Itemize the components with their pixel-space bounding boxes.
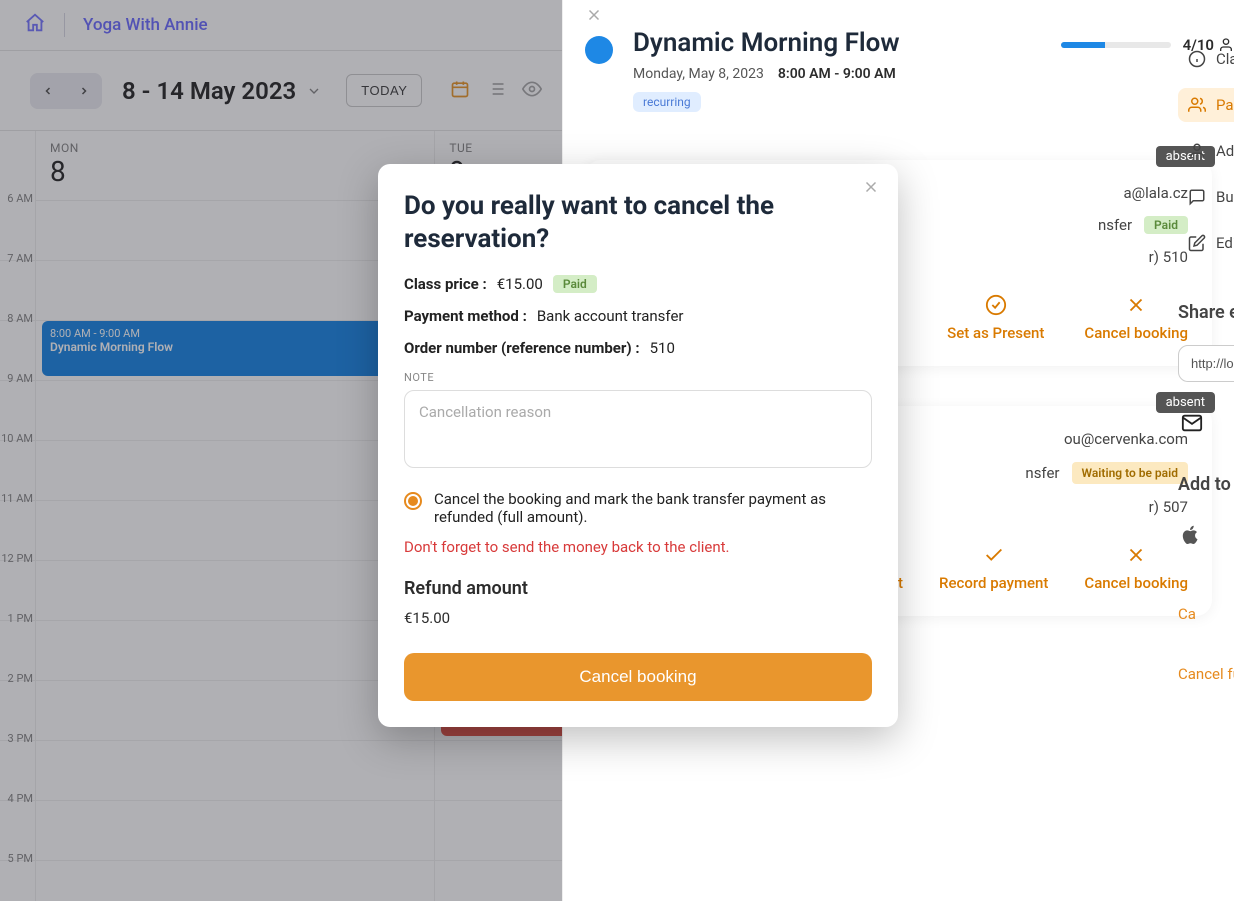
close-icon [1125,294,1147,316]
share-heading: Share ev [1178,302,1234,323]
tab-label: Ad [1216,142,1234,160]
close-icon [1125,544,1147,566]
panel-close-button[interactable] [585,6,603,29]
price-label: Class price [404,275,487,293]
record-payment-button[interactable]: Record payment [939,544,1048,592]
edit-icon [1188,234,1206,252]
event-date: Monday, May 8, 2023 [633,66,764,82]
cancel-booking-button[interactable]: Cancel booking [1084,294,1188,342]
tab-label: Bu [1216,188,1234,206]
modal-close-button[interactable] [862,178,880,201]
share-mail-button[interactable] [1178,412,1234,438]
panel-tab-menu: Cla Pa Ad Bu Edi Share ev Add to c Ca Ca… [1178,42,1234,683]
apple-calendar-button[interactable] [1178,521,1234,553]
method-label: Payment method [404,307,527,325]
tab-participants[interactable]: Pa [1178,88,1234,122]
price-value: €15.00 [497,275,543,293]
panel-header: Dynamic Morning Flow Monday, May 8, 2023… [585,0,1234,130]
tab-add[interactable]: Ad [1178,134,1234,168]
tab-label: Pa [1216,96,1234,114]
capacity-bar [1061,42,1171,48]
apple-icon [1178,521,1202,549]
radio-icon [404,492,422,510]
radio-label: Cancel the booking and mark the bank tra… [434,490,872,526]
refund-warning: Don't forget to send the money back to t… [404,538,872,556]
event-title: Dynamic Morning Flow [633,28,1041,58]
waiting-badge: Waiting to be paid [1072,462,1188,484]
cancel-booking-button[interactable]: Cancel booking [1084,544,1188,592]
payment-method-fragment: nsfer [1098,216,1132,234]
note-label: NOTE [404,371,872,384]
tab-class[interactable]: Cla [1178,42,1234,76]
recurring-badge: recurring [633,92,701,112]
event-hours: 8:00 AM - 9:00 AM [778,66,896,82]
method-value: Bank account transfer [537,307,684,325]
tab-label: Cla [1216,50,1234,68]
users-icon [1188,96,1206,114]
action-label: Cancel booking [1084,574,1188,592]
order-value: 510 [650,339,675,357]
set-present-button[interactable]: Set as Present [947,294,1044,342]
tab-label: Edi [1216,234,1234,252]
tab-edit[interactable]: Edi [1178,226,1234,260]
modal-title: Do you really want to cancel the reserva… [404,190,872,255]
cancel-link[interactable]: Ca [1178,605,1234,623]
action-label: Cancel booking [1084,324,1188,342]
info-icon [1188,50,1206,68]
cancellation-note-input[interactable] [404,390,872,468]
event-color-dot [585,36,613,64]
payment-method-fragment: nsfer [1025,464,1059,482]
share-url-input[interactable] [1178,345,1234,382]
check-icon [983,544,1005,566]
tab-bulk[interactable]: Bu [1178,180,1234,214]
paid-badge: Paid [553,275,597,293]
action-label: Record payment [939,574,1048,592]
cancel-reservation-modal: Do you really want to cancel the reserva… [378,164,898,727]
mail-icon [1178,412,1206,434]
cancel-future-link[interactable]: Cancel future [1178,665,1234,683]
message-icon [1188,188,1206,206]
person-icon [1188,142,1206,160]
action-label: Set as Present [947,324,1044,342]
add-to-calendar-heading: Add to c [1178,474,1234,495]
refund-heading: Refund amount [404,578,872,599]
confirm-cancel-button[interactable]: Cancel booking [404,653,872,701]
order-label: Order number (reference number) [404,339,640,357]
refund-option-radio[interactable]: Cancel the booking and mark the bank tra… [404,490,872,526]
refund-value: €15.00 [404,609,872,627]
check-circle-icon [985,294,1007,316]
